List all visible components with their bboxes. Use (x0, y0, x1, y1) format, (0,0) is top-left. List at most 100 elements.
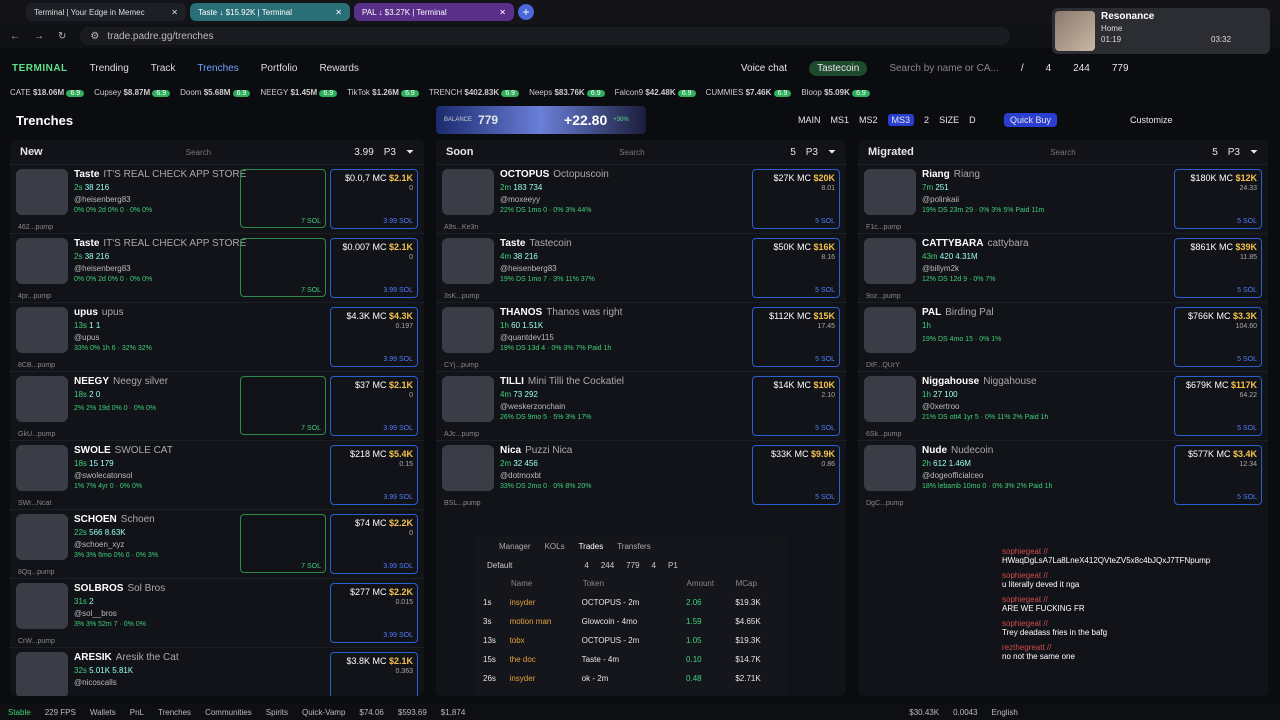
ticker-item[interactable]: NEEGY $1.45M 6.9 (260, 88, 338, 97)
mode-2[interactable]: MS2 (859, 115, 878, 125)
market-box[interactable]: $0.007 MC $2.1K 0 3.99 SOL (330, 238, 418, 298)
tab-kols[interactable]: KOLs (545, 542, 565, 551)
status-spirits[interactable]: Spirits (266, 708, 288, 717)
quick-buy-box[interactable]: 7 SOL (240, 376, 326, 435)
nav-rewards[interactable]: Rewards (319, 63, 358, 74)
chat-user[interactable]: sophiegeat // (1002, 547, 1266, 556)
ticker-item[interactable]: TikTok $1.26M 6.9 (347, 88, 419, 97)
filter-icon[interactable]: ⏷ (1250, 147, 1258, 158)
token-avatar[interactable] (16, 514, 68, 560)
token-avatar[interactable] (864, 307, 916, 353)
nav-track[interactable]: Track (151, 63, 176, 74)
token-card[interactable]: TILLI Mini Tilli the Cockatiel 4m 73 292 @w… (436, 371, 846, 440)
back-icon[interactable]: ← (10, 31, 20, 42)
mode-4[interactable]: 2 (924, 115, 929, 125)
token-card[interactable]: ARESIK Aresik the Cat 32s 5.01K 5.81K @nico… (10, 647, 424, 696)
contract-address[interactable]: 462...pump (18, 224, 53, 231)
contract-address[interactable]: A9s...Ke3n (444, 224, 478, 231)
contract-address[interactable]: SWr...Ncat (18, 500, 51, 507)
market-box[interactable]: $218 MC $5.4K 0.15 3.99 SOL (330, 445, 418, 505)
chat-user[interactable]: sophiegeat // (1002, 595, 1266, 604)
ticker-item[interactable]: Doom $5.68M 6.9 (180, 88, 251, 97)
token-avatar[interactable] (864, 169, 916, 215)
mode-1[interactable]: MS1 (831, 115, 850, 125)
contract-address[interactable]: GkU...pump (18, 431, 55, 438)
new-tab-button[interactable]: + (518, 4, 534, 20)
contract-address[interactable]: CYj...pump (444, 362, 479, 369)
tab-trades[interactable]: Trades (579, 542, 604, 551)
contract-address[interactable]: F1c...pump (866, 224, 901, 231)
token-card[interactable]: SOLBROS Sol Bros 31s 2 @sol__bros 3% 3% 52m… (10, 578, 424, 647)
buy-button[interactable]: 5 SOL (1237, 356, 1257, 363)
market-box[interactable]: $0.0,7 MC $2.1K 0 3.99 SOL (330, 169, 418, 229)
amount[interactable]: 3.99 (354, 147, 373, 158)
balance-banner[interactable]: BALANCE 779 +22.80 +30% (436, 106, 646, 134)
token-card[interactable]: CATTYBARA cattybara 43m 420 4.31M @billym2k… (858, 233, 1268, 302)
token-card[interactable]: NEEGY Neegy silver 18s 2 0 2% 2% 19d 0% 0 ·… (10, 371, 424, 440)
contract-address[interactable]: 4pr...pump (18, 293, 51, 300)
search-input[interactable]: Search (1050, 148, 1075, 157)
browser-tab[interactable]: Terminal | Your Edge in Memec ✕ (26, 3, 186, 21)
twitter-handle[interactable]: @moxeeyy (500, 195, 752, 204)
voice-chat-button[interactable]: Voice chat (741, 63, 787, 74)
token-avatar[interactable] (16, 169, 68, 215)
token-card[interactable]: Taste Tastecoin 4m 38 216 @heisenberg83 19% … (436, 233, 846, 302)
contract-address[interactable]: AJc...pump (444, 431, 479, 438)
preset[interactable]: P3 (1228, 147, 1240, 158)
ticker-item[interactable]: TRENCH $402.83K 6.9 (429, 88, 520, 97)
token-avatar[interactable] (16, 307, 68, 353)
twitter-handle[interactable]: @upus (74, 333, 330, 342)
token-card[interactable]: Nica Puzzi Nica 2m 32 456 @dotmoxbt 33% DS 2… (436, 440, 846, 509)
quick-buy-box[interactable]: 7 SOL (240, 514, 326, 573)
token-card[interactable]: Riang Riang 7m 251 @polinkaii 19% DS 23m 29… (858, 164, 1268, 233)
ticker-item[interactable]: CUMMIES $7.46K 6.9 (706, 88, 792, 97)
market-box[interactable]: $277 MC $2.2K 0.015 3.99 SOL (330, 583, 418, 643)
chat-user[interactable]: sophiegeat // (1002, 571, 1266, 580)
twitter-handle[interactable]: @polinkaii (922, 195, 1174, 204)
nav-trenches[interactable]: Trenches (197, 63, 238, 74)
token-card[interactable]: upus upus 13s 1 1 @upus 33% 0% 1h 6 · 32% 32… (10, 302, 424, 371)
quick-buy-box[interactable]: 7 SOL (240, 169, 326, 228)
trade-row[interactable]: 1s insyder OCTOPUS - 2m 2.06 $19.3K (475, 593, 787, 612)
forward-icon[interactable]: → (34, 31, 44, 42)
preset-select[interactable]: Default (487, 561, 512, 570)
contract-address[interactable]: DgC...pump (866, 500, 903, 507)
chat-user[interactable]: sophiegeat // (1002, 619, 1266, 628)
market-box[interactable]: $14K MC $10K 2.10 5 SOL (752, 376, 840, 436)
buy-button[interactable]: 5 SOL (1237, 425, 1257, 432)
market-box[interactable]: $3.8K MC $2.1K 0.363 (330, 652, 418, 696)
market-box[interactable]: $33K MC $9.9K 0.86 5 SOL (752, 445, 840, 505)
twitter-handle[interactable]: @nicoscalls (74, 678, 330, 687)
buy-button[interactable]: 3.99 SOL (383, 632, 413, 639)
market-box[interactable]: $577K MC $3.4K 12.34 5 SOL (1174, 445, 1262, 505)
token-avatar[interactable] (442, 238, 494, 284)
token-avatar[interactable] (442, 445, 494, 491)
contract-address[interactable]: 8Qq...pump (18, 569, 55, 576)
market-box[interactable]: $74 MC $2.2K 0 3.99 SOL (330, 514, 418, 574)
token-card[interactable]: SCHOEN Schoen 22s 566 8.63K @schoen_xyz 3% 3… (10, 509, 424, 578)
buy-button[interactable]: 3.99 SOL (383, 494, 413, 501)
market-box[interactable]: $180K MC $12K 24.33 5 SOL (1174, 169, 1262, 229)
coin-pill[interactable]: Tastecoin (809, 60, 868, 76)
close-icon[interactable]: ✕ (499, 8, 506, 17)
contract-address[interactable]: CrW...pump (18, 638, 55, 645)
language[interactable]: English (992, 708, 1018, 717)
market-box[interactable]: $766K MC $3.3K 104.60 5 SOL (1174, 307, 1262, 367)
buy-button[interactable]: 5 SOL (1237, 287, 1257, 294)
browser-tab[interactable]: Taste ↓ $15.92K | Terminal ✕ (190, 3, 350, 21)
token-avatar[interactable] (16, 583, 68, 629)
contract-address[interactable]: DtF...QUrY (866, 362, 900, 369)
status-wallets[interactable]: Wallets (90, 708, 116, 717)
browser-tab[interactable]: PAL ↓ $3.27K | Terminal ✕ (354, 3, 514, 21)
filter-icon[interactable]: ⏷ (406, 147, 414, 158)
token-avatar[interactable] (442, 169, 494, 215)
contract-address[interactable]: 8CB...pump (18, 362, 55, 369)
market-box[interactable]: $112K MC $15K 17.45 5 SOL (752, 307, 840, 367)
buy-button[interactable]: 5 SOL (815, 494, 835, 501)
nav-portfolio[interactable]: Portfolio (261, 63, 298, 74)
preset[interactable]: P1 (668, 561, 678, 570)
nav-trending[interactable]: Trending (90, 63, 129, 74)
buy-button[interactable]: 5 SOL (815, 218, 835, 225)
status-quick-vamp[interactable]: Quick-Vamp (302, 708, 345, 717)
amount[interactable]: 4 (652, 561, 656, 570)
